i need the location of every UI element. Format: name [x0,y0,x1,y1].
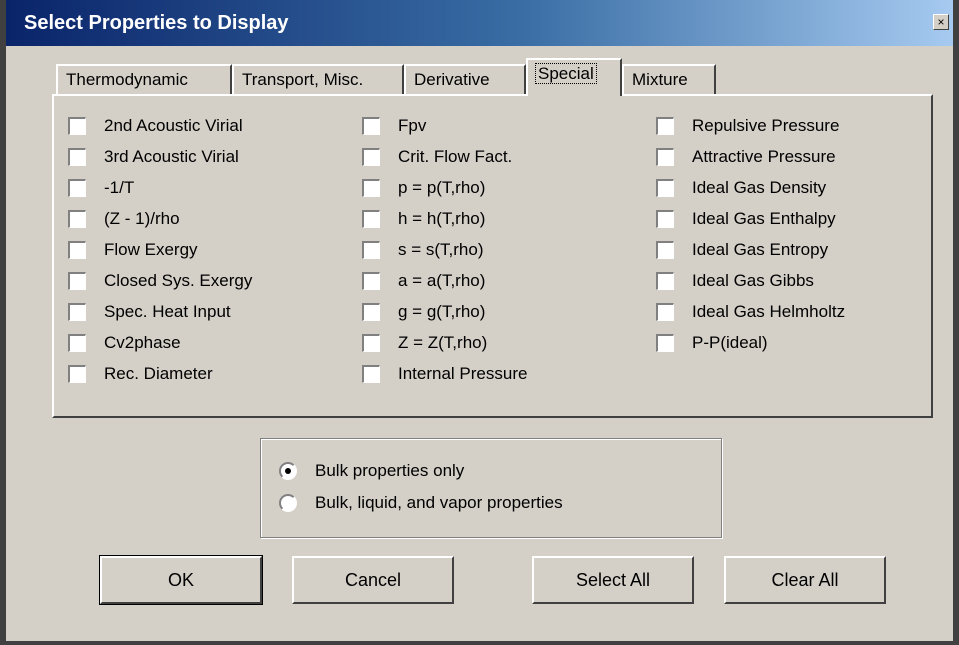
checkbox-label: Internal Pressure [398,364,528,383]
select-all-button[interactable]: Select All [532,556,694,604]
title-bar[interactable]: Select Properties to Display × [6,0,953,46]
checkbox-box[interactable] [362,179,380,197]
window-frame-right [953,0,959,645]
checkbox-box[interactable] [362,303,380,321]
checkbox-box[interactable] [656,241,674,259]
checkbox-label: (Z - 1)/rho [104,209,180,228]
tab-label: Thermodynamic [66,70,188,89]
window-frame-left [0,0,6,645]
checkbox-box[interactable] [656,303,674,321]
close-icon[interactable]: × [933,14,949,30]
property-phase-group: Bulk properties only Bulk, liquid, and v… [260,438,722,538]
checkbox-label: Cv2phase [104,333,181,352]
checkbox-label: Ideal Gas Gibbs [692,271,814,290]
checkbox-box[interactable] [656,334,674,352]
checkbox-label: -1/T [104,178,135,197]
tab-thermodynamic[interactable]: Thermodynamic [56,64,232,94]
checkbox-box[interactable] [362,148,380,166]
checkbox-box[interactable] [68,241,86,259]
tab-label: Special [535,63,597,84]
ok-button[interactable]: OK [99,555,263,605]
tab-transport-misc[interactable]: Transport, Misc. [232,64,404,94]
checkbox-label: Spec. Heat Input [104,302,231,321]
window-title: Select Properties to Display [24,12,289,34]
checkbox-box[interactable] [656,272,674,290]
checkbox-box[interactable] [68,179,86,197]
checkbox-box[interactable] [68,303,86,321]
checkbox-label: g = g(T,rho) [398,302,486,321]
cancel-button[interactable]: Cancel [292,556,454,604]
checkbox-label: Ideal Gas Entropy [692,240,829,259]
checkbox-box[interactable] [362,210,380,228]
checkbox-box[interactable] [656,148,674,166]
checkbox-box[interactable] [68,334,86,352]
checkbox-label: 2nd Acoustic Virial [104,116,243,135]
checkbox-label: p = p(T,rho) [398,178,486,197]
checkbox-label: P-P(ideal) [692,333,768,352]
checkbox-label: 3rd Acoustic Virial [104,147,239,166]
checkbox-label: s = s(T,rho) [398,240,484,259]
tab-mixture[interactable]: Mixture [622,64,716,94]
checkbox-box[interactable] [362,241,380,259]
window-frame-bottom [0,641,959,645]
checkbox-box[interactable] [656,117,674,135]
checkbox-label: h = h(T,rho) [398,209,486,228]
checkbox-label: Ideal Gas Density [692,178,827,197]
checkbox-box[interactable] [362,365,380,383]
checkbox-box[interactable] [362,334,380,352]
checkbox-box[interactable] [68,365,86,383]
checkbox-label: Attractive Pressure [692,147,836,166]
properties-dialog: Select Properties to Display × Thermodyn… [0,0,959,645]
tab-label: Mixture [632,70,688,89]
radio-button[interactable] [279,494,297,512]
checkbox-label: Ideal Gas Enthalpy [692,209,836,228]
radio-label: Bulk properties only [315,461,465,480]
tab-derivative[interactable]: Derivative [404,64,526,94]
checkbox-label: Crit. Flow Fact. [398,147,513,166]
checkbox-box[interactable] [362,117,380,135]
tab-label: Derivative [414,70,490,89]
clear-all-button[interactable]: Clear All [724,556,886,604]
tab-special[interactable]: Special [526,58,622,96]
checkbox-box[interactable] [68,117,86,135]
radio-label: Bulk, liquid, and vapor properties [315,493,563,512]
checkbox-label: Rec. Diameter [104,364,213,383]
checkbox-box[interactable] [656,210,674,228]
checkbox-box[interactable] [68,272,86,290]
radio-button-selected[interactable] [279,462,297,480]
checkbox-label: Ideal Gas Helmholtz [692,302,846,321]
checkbox-label: Z = Z(T,rho) [398,333,488,352]
checkbox-box[interactable] [362,272,380,290]
checkbox-label: Closed Sys. Exergy [104,271,253,290]
checkbox-box[interactable] [68,210,86,228]
checkbox-label: Fpv [398,116,427,135]
checkbox-label: Repulsive Pressure [692,116,840,135]
checkbox-box[interactable] [656,179,674,197]
checkbox-label: Flow Exergy [104,240,198,259]
checkbox-label: a = a(T,rho) [398,271,486,290]
tab-label: Transport, Misc. [242,70,364,89]
tab-panel-special: 2nd Acoustic Virial 3rd Acoustic Virial … [52,94,933,418]
checkbox-box[interactable] [68,148,86,166]
